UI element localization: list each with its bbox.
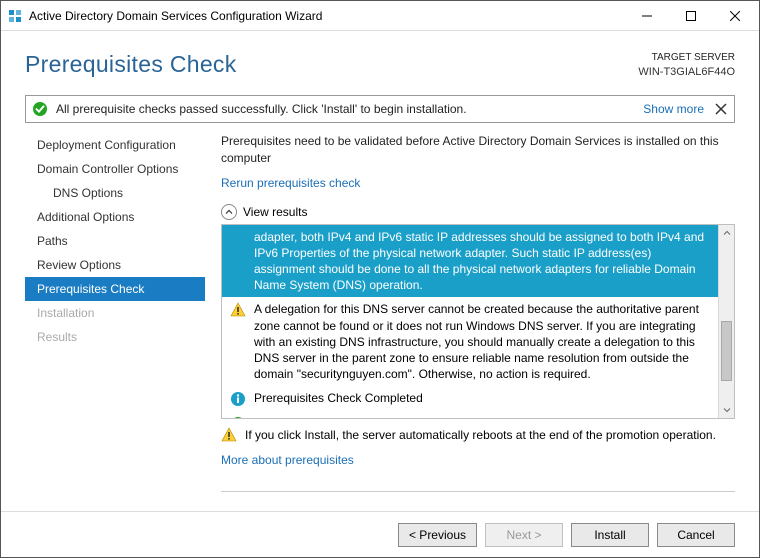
scrollbar-track[interactable] [719,241,734,402]
reboot-warning-text: If you click Install, the server automat… [245,427,716,443]
info-icon [230,390,246,407]
sidebar-item-installation: Installation [25,301,205,325]
next-button: Next > [485,523,563,547]
cancel-button[interactable]: Cancel [657,523,735,547]
sidebar-item-review-options[interactable]: Review Options [25,253,205,277]
content-divider [221,491,735,492]
banner-text: All prerequisite checks passed successfu… [56,102,643,116]
result-item[interactable]: adapter, both IPv4 and IPv6 static IP ad… [222,225,718,298]
install-button[interactable]: Install [571,523,649,547]
success-icon [32,101,48,117]
result-text: All prerequisite checks passed successfu… [254,415,710,417]
banner-close-button[interactable] [714,102,728,116]
close-button[interactable] [713,2,757,30]
sidebar-item-results: Results [25,325,205,349]
chevron-up-icon [221,204,237,220]
sidebar-item-label: Installation [37,306,94,320]
sidebar-item-label: Prerequisites Check [37,282,144,296]
sidebar-item-domain-controller-options[interactable]: Domain Controller Options [25,157,205,181]
page-header: Prerequisites Check TARGET SERVER WIN-T3… [1,31,759,89]
maximize-button[interactable] [669,2,713,30]
scrollbar-down-icon[interactable] [719,402,734,418]
result-item[interactable]: A delegation for this DNS server cannot … [222,297,718,386]
sidebar-item-label: Paths [37,234,68,248]
result-item[interactable]: All prerequisite checks passed successfu… [222,411,718,417]
target-server-value: WIN-T3GIAL6F44O [638,65,735,80]
warning-icon [230,301,246,382]
sidebar-item-label: Additional Options [37,210,134,224]
previous-button[interactable]: < Previous [398,523,477,547]
intro-text: Prerequisites need to be validated befor… [221,133,735,165]
scrollbar-thumb[interactable] [721,321,732,381]
blank-icon [230,229,246,294]
sidebar-item-dns-options[interactable]: DNS Options [25,181,205,205]
show-more-link[interactable]: Show more [643,102,704,116]
window-title: Active Directory Domain Services Configu… [29,9,625,23]
app-icon [7,8,23,24]
sidebar-item-label: Deployment Configuration [37,138,176,152]
sidebar-item-paths[interactable]: Paths [25,229,205,253]
view-results-label: View results [243,205,307,219]
rerun-prerequisites-link[interactable]: Rerun prerequisites check [221,176,735,190]
sidebar-item-prerequisites-check[interactable]: Prerequisites Check [25,277,205,301]
sidebar-item-label: DNS Options [53,186,123,200]
sidebar-item-label: Domain Controller Options [37,162,178,176]
window-controls [625,2,757,30]
results-scroll-area: adapter, both IPv4 and IPv6 static IP ad… [222,225,718,418]
target-server-label: TARGET SERVER [638,51,735,65]
sidebar-item-deployment-configuration[interactable]: Deployment Configuration [25,133,205,157]
sidebar-item-label: Review Options [37,258,121,272]
minimize-button[interactable] [625,2,669,30]
result-text: Prerequisites Check Completed [254,390,710,407]
main-area: Deployment Configuration Domain Controll… [25,133,735,511]
reboot-warning: If you click Install, the server automat… [221,427,735,443]
page-title: Prerequisites Check [25,51,638,78]
titlebar: Active Directory Domain Services Configu… [1,1,759,31]
warning-icon [221,427,237,443]
wizard-sidebar: Deployment Configuration Domain Controll… [25,133,205,511]
sidebar-item-label: Results [37,330,77,344]
status-banner: All prerequisite checks passed successfu… [25,95,735,123]
result-item[interactable]: Prerequisites Check Completed [222,386,718,411]
success-icon [230,415,246,417]
scrollbar-up-icon[interactable] [719,225,734,241]
result-text: A delegation for this DNS server cannot … [254,301,710,382]
more-about-prerequisites-link[interactable]: More about prerequisites [221,453,735,467]
results-listbox: adapter, both IPv4 and IPv6 static IP ad… [221,224,735,419]
result-text: adapter, both IPv4 and IPv6 static IP ad… [254,229,710,294]
wizard-footer-buttons: < Previous Next > Install Cancel [1,511,759,557]
results-scrollbar[interactable] [718,225,734,418]
view-results-toggle[interactable]: View results [221,204,735,220]
target-server-block: TARGET SERVER WIN-T3GIAL6F44O [638,51,735,79]
sidebar-item-additional-options[interactable]: Additional Options [25,205,205,229]
content-pane: Prerequisites need to be validated befor… [205,133,735,511]
